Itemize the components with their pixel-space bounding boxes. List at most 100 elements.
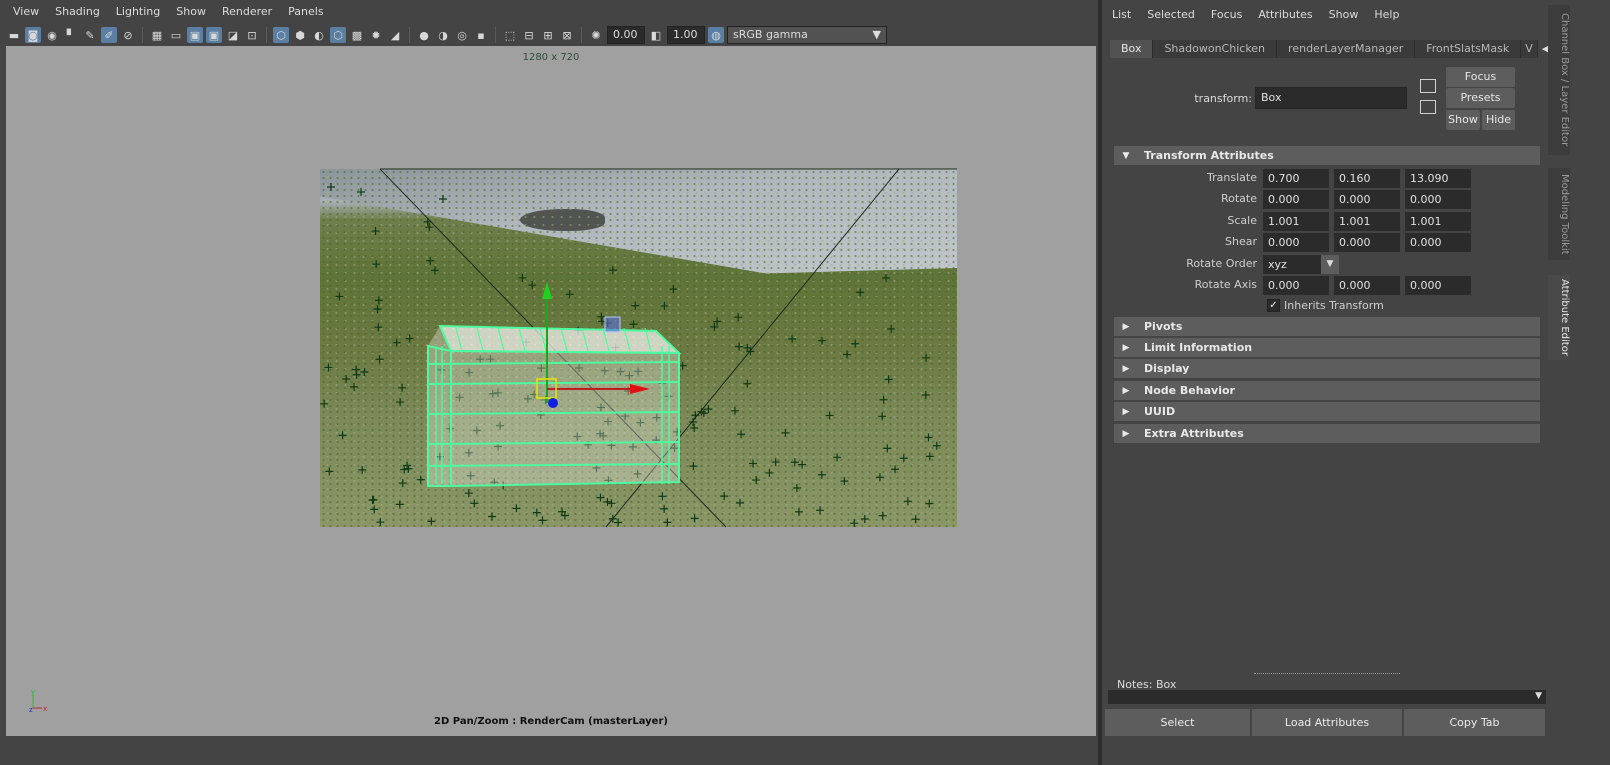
select-button[interactable]: Select [1105, 709, 1250, 736]
node-name-field[interactable]: Box [1255, 87, 1407, 109]
notes-field[interactable] [1108, 690, 1546, 704]
safe-title-icon[interactable]: ⊡ [244, 27, 260, 43]
depth-of-field-icon[interactable]: ▪ [473, 27, 489, 43]
resolution-gate-icon[interactable]: ▭ [168, 27, 184, 43]
exposure-icon[interactable]: ✺ [588, 27, 604, 43]
isolate-select-icon[interactable]: ⬚ [502, 27, 518, 43]
chevron-down-icon[interactable]: ▼ [1535, 691, 1542, 701]
shear-x-field[interactable]: 0.000 [1263, 233, 1329, 252]
rotate-axis-z-field[interactable]: 0.000 [1405, 276, 1471, 295]
track-marker [658, 492, 667, 501]
rotate-z-field[interactable]: 0.000 [1405, 190, 1471, 209]
rotate-axis-y-field[interactable]: 0.000 [1334, 276, 1400, 295]
menu-focus[interactable]: Focus [1203, 3, 1250, 27]
track-marker [735, 342, 744, 351]
section-pivots[interactable]: ▶ Pivots [1114, 317, 1540, 336]
film-gate-icon[interactable]: ▦ [149, 27, 165, 43]
default-material-icon[interactable]: ◐ [311, 27, 327, 43]
track-marker [426, 256, 435, 265]
xray-joints-icon[interactable]: ⊟ [521, 27, 537, 43]
gamma-field[interactable]: 1.00 [667, 26, 705, 44]
exposure-field[interactable]: 0.00 [607, 26, 645, 44]
xray-icon[interactable]: ▩ [349, 27, 365, 43]
gate-mask-icon[interactable]: ▣ [187, 27, 203, 43]
section-extra-attributes[interactable]: ▶ Extra Attributes [1114, 424, 1540, 443]
select-camera-icon[interactable]: ▬ [6, 27, 22, 43]
menu-attributes[interactable]: Attributes [1250, 3, 1320, 27]
section-node-behavior[interactable]: ▶ Node Behavior [1114, 381, 1540, 400]
2d-pan-zoom-icon[interactable]: ✎ [82, 27, 98, 43]
grid-icon[interactable]: ⊘ [120, 27, 136, 43]
load-attributes-button[interactable]: Load Attributes [1252, 709, 1402, 736]
rotate-order-dropdown[interactable]: xyz [1263, 255, 1321, 274]
menu-view[interactable]: View [0, 0, 47, 24]
tab-renderlayermanager[interactable]: renderLayerManager [1277, 40, 1416, 58]
shear-y-field[interactable]: 0.000 [1334, 233, 1400, 252]
translate-x-field[interactable]: 0.700 [1263, 169, 1329, 188]
scale-y-field[interactable]: 1.001 [1334, 212, 1400, 231]
camera-attributes-icon[interactable]: ◙ [25, 27, 41, 43]
menu-lighting[interactable]: Lighting [108, 0, 168, 24]
scale-z-field[interactable]: 1.001 [1405, 212, 1471, 231]
menu-renderer[interactable]: Renderer [214, 0, 280, 24]
rotate-axis-x-field[interactable]: 0.000 [1263, 276, 1329, 295]
notes-resize-handle[interactable] [1254, 673, 1400, 674]
tab-shadowonchicken[interactable]: ShadowonChicken [1153, 40, 1278, 58]
rotate-x-field[interactable]: 0.000 [1263, 190, 1329, 209]
plane-handle[interactable] [604, 316, 621, 333]
menu-shading[interactable]: Shading [47, 0, 108, 24]
copy-tab-button[interactable]: Copy Tab [1404, 709, 1545, 736]
safe-action-icon[interactable]: ◪ [225, 27, 241, 43]
menu-help[interactable]: Help [1366, 3, 1407, 27]
show-button[interactable]: Show [1446, 110, 1480, 130]
tab-overflow[interactable]: V [1521, 40, 1538, 58]
presets-button[interactable]: Presets [1446, 88, 1515, 108]
menu-show[interactable]: Show [168, 0, 214, 24]
color-space-dropdown[interactable]: sRGB gamma ▼ [727, 26, 887, 44]
z-axis-handle[interactable] [548, 398, 558, 408]
section-uuid[interactable]: ▶ UUID [1114, 402, 1540, 421]
gamma-icon[interactable]: ◧ [648, 27, 664, 43]
tab-box[interactable]: Box [1110, 40, 1154, 58]
bookmark-icon[interactable]: ◉ [44, 27, 60, 43]
anti-aliasing-icon[interactable]: ◎ [454, 27, 470, 43]
go-to-output-icon[interactable] [1420, 100, 1436, 114]
shear-z-field[interactable]: 0.000 [1405, 233, 1471, 252]
smooth-shade-icon[interactable]: ⬢ [292, 27, 308, 43]
tab-frontslatsmask[interactable]: FrontSlatsMask [1415, 40, 1522, 58]
lighting-icon[interactable]: ✹ [368, 27, 384, 43]
menu-show[interactable]: Show [1321, 3, 1367, 27]
section-transform-attributes[interactable]: ▼ Transform Attributes [1114, 146, 1540, 165]
menu-selected[interactable]: Selected [1139, 3, 1203, 27]
shadows-icon[interactable]: ◢ [387, 27, 403, 43]
image-plane-icon[interactable]: ▘ [63, 27, 79, 43]
track-marker [932, 441, 941, 450]
grease-pencil-icon[interactable]: ✐ [101, 27, 117, 43]
tab-modeling-toolkit[interactable]: Modeling Toolkit [1548, 168, 1570, 260]
xray-active-icon[interactable]: ⊞ [540, 27, 556, 43]
rotate-y-field[interactable]: 0.000 [1334, 190, 1400, 209]
color-management-icon[interactable]: ◍ [708, 27, 724, 43]
viewport-canvas[interactable]: 1280 x 720 y z x 2D Pan/Zoom: RenderCam… [6, 46, 1096, 736]
menu-list[interactable]: List [1102, 3, 1139, 27]
hide-button[interactable]: Hide [1482, 110, 1515, 130]
section-limit-information[interactable]: ▶ Limit Information [1114, 338, 1540, 357]
menu-panels[interactable]: Panels [280, 0, 331, 24]
translate-y-field[interactable]: 0.160 [1334, 169, 1400, 188]
field-chart-icon[interactable]: ▣ [206, 27, 222, 43]
motion-blur-icon[interactable]: ◑ [435, 27, 451, 43]
backface-icon[interactable]: ⊠ [559, 27, 575, 43]
y-arrow-icon[interactable] [542, 282, 552, 299]
tab-attribute-editor[interactable]: Attribute Editor [1548, 275, 1570, 360]
go-to-input-icon[interactable] [1420, 79, 1436, 93]
screen-space-ao-icon[interactable]: ● [416, 27, 432, 43]
translate-z-field[interactable]: 13.090 [1405, 169, 1471, 188]
wireframe-on-shaded-icon[interactable]: ⬡ [330, 27, 346, 43]
chevron-down-icon[interactable]: ▼ [1321, 255, 1339, 274]
section-display[interactable]: ▶ Display [1114, 359, 1540, 378]
focus-button[interactable]: Focus [1446, 67, 1515, 87]
wireframe-icon[interactable]: ⬡ [273, 27, 289, 43]
inherits-transform-checkbox[interactable]: ✓ [1267, 299, 1280, 312]
tab-channel-box[interactable]: Channel Box / Layer Editor [1548, 5, 1570, 155]
scale-x-field[interactable]: 1.001 [1263, 212, 1329, 231]
